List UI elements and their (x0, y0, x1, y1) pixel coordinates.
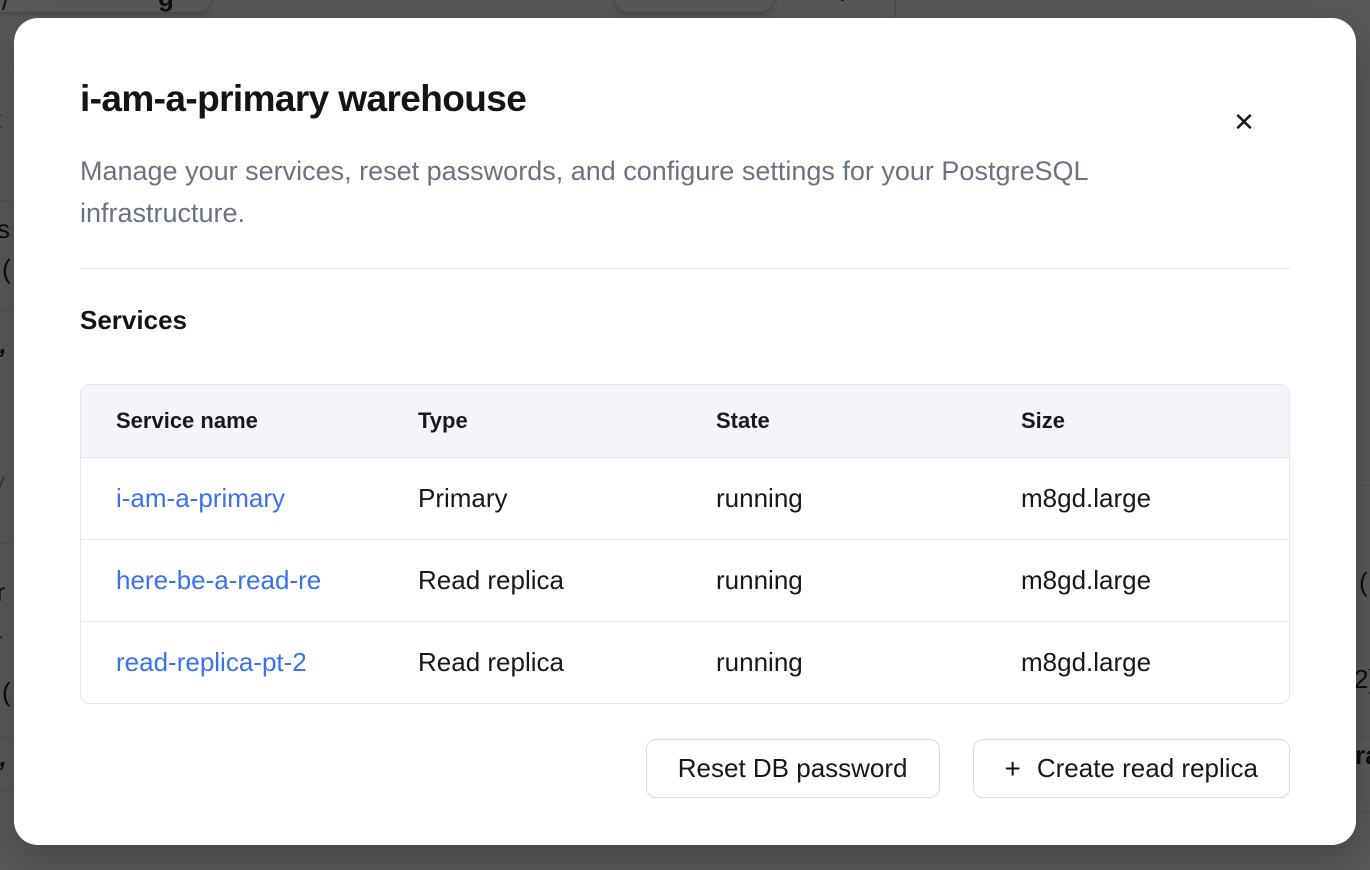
warehouse-dialog: i-am-a-primary warehouse ✕ Manage your s… (14, 18, 1356, 845)
reset-db-password-label: Reset DB password (678, 753, 908, 784)
close-icon: ✕ (1233, 107, 1255, 137)
column-header-state: State (681, 385, 986, 458)
column-header-service-name: Service name (81, 385, 383, 458)
plus-icon: + (1005, 755, 1021, 783)
service-state: running (681, 622, 986, 704)
service-size: m8gd.large (986, 458, 1289, 540)
table-row: i-am-a-primary Primary running m8gd.larg… (81, 458, 1289, 540)
service-type: Primary (383, 458, 681, 540)
service-type: Read replica (383, 540, 681, 622)
table-row: here-be-a-read-re Read replica running m… (81, 540, 1289, 622)
table-row: read-replica-pt-2 Read replica running m… (81, 622, 1289, 704)
dialog-description: Manage your services, reset passwords, a… (80, 150, 1240, 234)
create-read-replica-label: Create read replica (1037, 753, 1258, 784)
service-link[interactable]: i-am-a-primary (116, 483, 285, 514)
close-button[interactable]: ✕ (1224, 102, 1264, 142)
table-header-row: Service name Type State Size (81, 385, 1289, 458)
service-size: m8gd.large (986, 540, 1289, 622)
service-link[interactable]: here-be-a-read-re (116, 565, 321, 596)
reset-db-password-button[interactable]: Reset DB password (646, 739, 940, 798)
services-heading: Services (80, 305, 1290, 336)
service-size: m8gd.large (986, 622, 1289, 704)
dialog-actions: Reset DB password + Create read replica (80, 739, 1290, 798)
column-header-size: Size (986, 385, 1289, 458)
section-divider (80, 268, 1290, 269)
service-state: running (681, 540, 986, 622)
service-link[interactable]: read-replica-pt-2 (116, 647, 307, 678)
service-type: Read replica (383, 622, 681, 704)
services-table: Service name Type State Size i-am-a-prim… (80, 384, 1290, 704)
service-state: running (681, 458, 986, 540)
create-read-replica-button[interactable]: + Create read replica (973, 739, 1290, 798)
dialog-title: i-am-a-primary warehouse (80, 78, 1290, 120)
column-header-type: Type (383, 385, 681, 458)
